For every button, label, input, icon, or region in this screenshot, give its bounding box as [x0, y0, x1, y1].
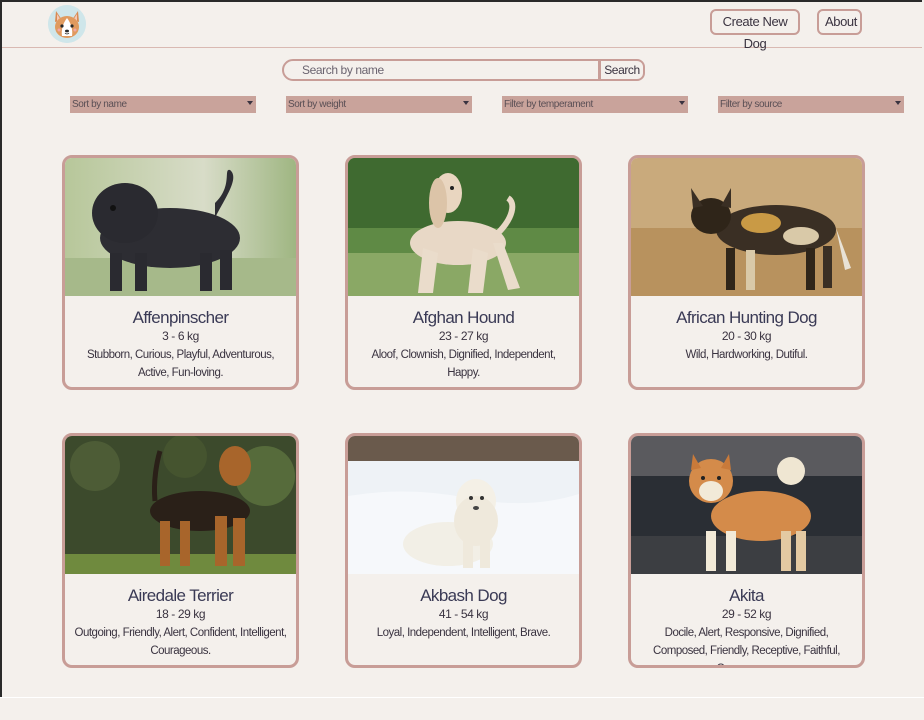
dog-photo — [65, 158, 296, 296]
dog-weight: 18 - 29 kg — [155, 607, 206, 621]
create-dog-button[interactable]: Create New Dog — [710, 9, 800, 51]
dog-weight: 20 - 30 kg — [721, 329, 772, 343]
dog-name: Airedale Terrier — [127, 586, 234, 605]
dog-temperament: Loyal, Independent, Intelligent, Brave. — [376, 627, 551, 639]
dog-weight: 41 - 54 kg — [438, 607, 489, 621]
dog-temperament: Outgoing, Friendly, Alert, Confident, In… — [74, 627, 287, 657]
search-bar: Search by name Search — [282, 59, 645, 81]
dog-weight: 29 - 52 kg — [721, 607, 772, 621]
select-label: Sort by weight — [288, 99, 346, 110]
dog-temperament: Docile, Alert, Responsive, Dignified, Co… — [653, 627, 840, 665]
dog-temperament: Stubborn, Curious, Playful, Adventurous,… — [86, 349, 275, 379]
dog-card[interactable]: Affenpinscher 3 - 6 kg Stubborn, Curious… — [62, 155, 299, 390]
dog-photo — [348, 436, 579, 574]
filter-source-select[interactable]: Filter by source — [718, 96, 904, 113]
filter-temperament-select[interactable]: Filter by temperament — [502, 96, 688, 113]
dog-card[interactable]: African Hunting Dog 20 - 30 kg Wild, Har… — [628, 155, 865, 390]
corgi-logo-icon[interactable] — [48, 5, 86, 43]
dog-photo — [348, 158, 579, 296]
dog-name: Affenpinscher — [132, 308, 229, 327]
search-button[interactable]: Search — [599, 59, 645, 81]
dog-weight: 3 - 6 kg — [162, 329, 199, 343]
sort-by-weight-select[interactable]: Sort by weight — [286, 96, 472, 113]
dog-name: Akbash Dog — [420, 586, 507, 605]
chevron-down-icon — [895, 101, 901, 105]
dog-photo — [631, 436, 862, 574]
dog-name: Afghan Hound — [412, 308, 515, 327]
dog-weight: 23 - 27 kg — [438, 329, 489, 343]
dog-temperament: Wild, Hardworking, Dutiful. — [685, 349, 808, 361]
dog-photo — [65, 436, 296, 574]
chevron-down-icon — [247, 101, 253, 105]
select-label: Sort by name — [72, 99, 127, 110]
dog-card[interactable]: Airedale Terrier 18 - 29 kg Outgoing, Fr… — [62, 433, 299, 668]
dog-temperament: Aloof, Clownish, Dignified, Independent,… — [371, 349, 556, 379]
dog-card[interactable]: Akbash Dog 41 - 54 kg Loyal, Independent… — [345, 433, 582, 668]
header: Create New Dog About — [2, 2, 922, 51]
dog-card[interactable]: Akita 29 - 52 kg Docile, Alert, Responsi… — [628, 433, 865, 668]
dog-name: African Hunting Dog — [676, 308, 817, 327]
select-label: Filter by temperament — [504, 99, 593, 110]
select-label: Filter by source — [720, 99, 782, 110]
about-button[interactable]: About — [817, 9, 862, 35]
dog-card[interactable]: Afghan Hound 23 - 27 kg Aloof, Clownish,… — [345, 155, 582, 390]
bottom-strip — [0, 697, 924, 720]
dog-name: Akita — [729, 586, 764, 605]
search-input[interactable]: Search by name — [282, 59, 600, 81]
chevron-down-icon — [679, 101, 685, 105]
sort-by-name-select[interactable]: Sort by name — [70, 96, 256, 113]
dog-photo — [631, 158, 862, 296]
chevron-down-icon — [463, 101, 469, 105]
